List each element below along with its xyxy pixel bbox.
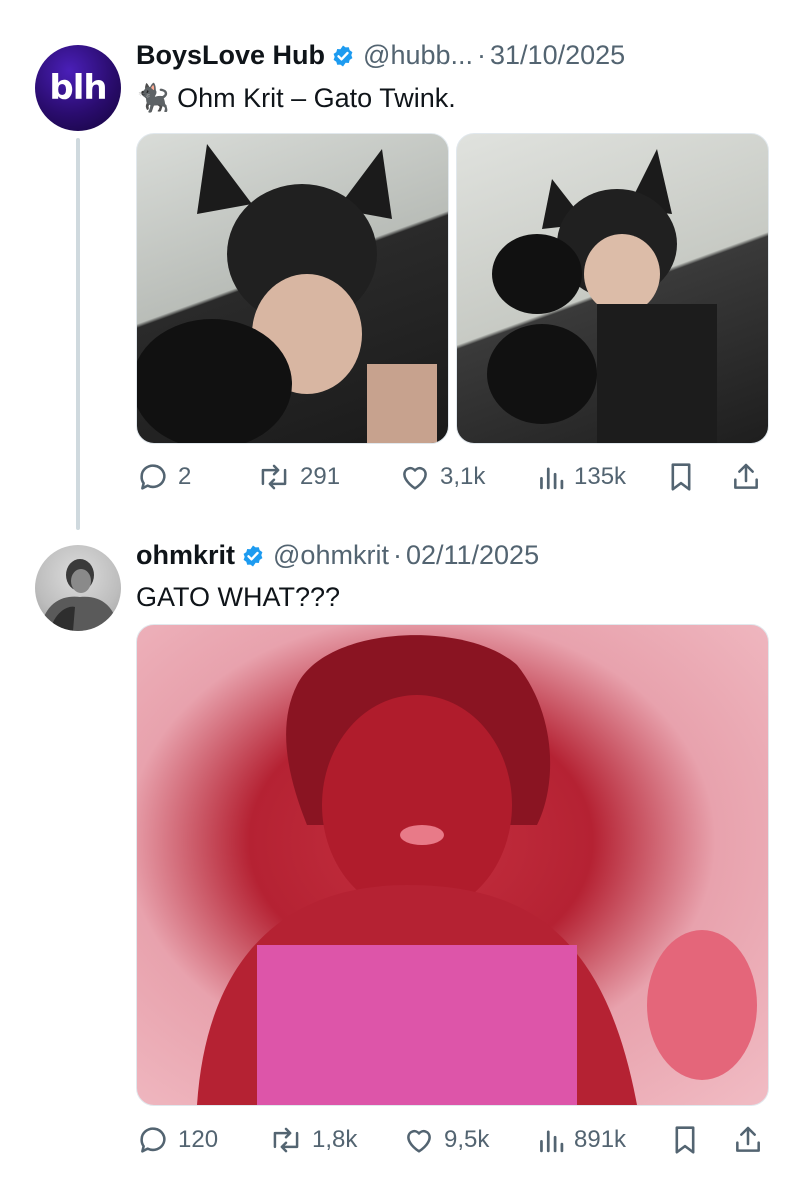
- repost-icon: [268, 1123, 304, 1157]
- tweet2-bookmark-button[interactable]: [670, 1120, 700, 1160]
- tweet2-views-count: 891k: [574, 1126, 627, 1153]
- reply-icon: [136, 460, 170, 494]
- tweet1-repost-count: 291: [300, 463, 341, 490]
- tweet2-views-button[interactable]: 891k: [536, 1120, 626, 1160]
- tweet2-repost-button[interactable]: 1,8k: [268, 1120, 357, 1160]
- tweet2-like-count: 9,5k: [444, 1126, 490, 1153]
- tweet1-repost-button[interactable]: 291: [256, 457, 340, 497]
- verified-badge-icon: [241, 544, 265, 568]
- tweet1-views-count: 135k: [574, 463, 627, 490]
- tweet1-reply-count: 2: [178, 463, 192, 490]
- tweet2-gif[interactable]: [136, 624, 769, 1106]
- repost-icon: [256, 460, 292, 494]
- header-separator: ·: [477, 40, 487, 70]
- share-icon: [730, 460, 762, 494]
- tweet2-text: GATO WHAT???: [136, 582, 341, 612]
- reply-icon: [136, 1123, 170, 1157]
- tweet2-repost-count: 1,8k: [312, 1126, 358, 1153]
- verified-badge-icon: [331, 44, 355, 68]
- like-icon: [398, 460, 432, 494]
- tweet1-photo-1[interactable]: [136, 133, 449, 444]
- tweet1-photo-2[interactable]: [456, 133, 769, 444]
- tweet2-reply-button[interactable]: 120: [136, 1120, 218, 1160]
- tweet2-share-button[interactable]: [732, 1120, 764, 1160]
- tweet1-bookmark-button[interactable]: [666, 457, 696, 497]
- tweet1-like-button[interactable]: 3,1k: [398, 457, 485, 497]
- tweet2-reply-count: 120: [178, 1126, 219, 1153]
- tweet1-display-name[interactable]: BoysLove Hub: [136, 40, 325, 71]
- share-icon: [732, 1123, 764, 1157]
- tweet1-like-count: 3,1k: [440, 463, 486, 490]
- header-separator: ·: [392, 540, 402, 570]
- bookmark-icon: [666, 460, 696, 494]
- views-icon: [536, 460, 566, 494]
- avatar-ohmkrit[interactable]: [35, 545, 121, 631]
- tweet1-reply-button[interactable]: 2: [136, 457, 191, 497]
- tweet2-date[interactable]: 02/11/2025: [406, 540, 539, 571]
- tweet2-like-button[interactable]: 9,5k: [402, 1120, 489, 1160]
- tweet1-views-button[interactable]: 135k: [536, 457, 626, 497]
- tweet1-date[interactable]: 31/10/2025: [490, 40, 625, 71]
- tweet2-action-bar: 120 1,8k 9,5k 891k: [136, 1120, 767, 1160]
- tweet1-handle[interactable]: @hubb...: [363, 40, 473, 71]
- bookmark-icon: [670, 1123, 700, 1157]
- tweet1-text: 🐈‍⬛ Ohm Krit – Gato Twink.: [136, 83, 456, 113]
- tweet2-display-name[interactable]: ohmkrit: [136, 540, 235, 571]
- thread-connector-line: [76, 138, 80, 530]
- tweet2-handle[interactable]: @ohmkrit: [273, 540, 389, 571]
- tweet1-action-bar: 2 291 3,1k 135k: [136, 457, 767, 497]
- like-icon: [402, 1123, 436, 1157]
- tweet1-share-button[interactable]: [730, 457, 762, 497]
- tweet1-header: BoysLove Hub @hubb... · 31/10/2025: [136, 40, 625, 71]
- avatar-boyslove-hub[interactable]: blh: [35, 45, 121, 131]
- avatar-logo-text: blh: [49, 68, 107, 108]
- views-icon: [536, 1123, 566, 1157]
- tweet2-header: ohmkrit @ohmkrit · 02/11/2025: [136, 540, 539, 571]
